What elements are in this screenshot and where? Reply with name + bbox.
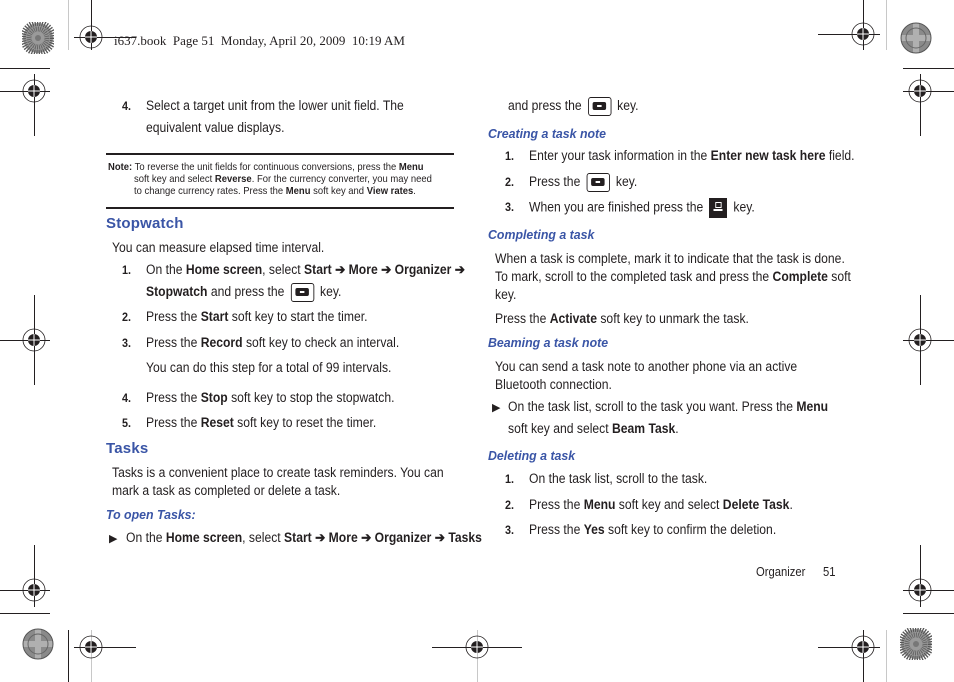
trim-line bbox=[68, 0, 69, 50]
subheading-open-tasks: To open Tasks: bbox=[106, 507, 196, 522]
step-number: 3. bbox=[505, 523, 515, 537]
navigation-select-key-icon bbox=[290, 283, 314, 302]
starburst-registration-icon bbox=[22, 628, 54, 660]
step-text: Press the Stop soft key to stop the stop… bbox=[146, 390, 395, 405]
step-number: 2. bbox=[505, 498, 515, 512]
note-label: Note: bbox=[108, 161, 133, 173]
subheading-creating-task: Creating a task note bbox=[488, 126, 607, 141]
section-heading-tasks: Tasks bbox=[106, 440, 149, 457]
section-heading-stopwatch: Stopwatch bbox=[106, 215, 184, 232]
subheading-deleting-task: Deleting a task bbox=[488, 448, 576, 463]
step-number: 1. bbox=[505, 149, 515, 163]
subheading-completing-task: Completing a task bbox=[488, 227, 595, 242]
step-number: 4. bbox=[122, 99, 132, 113]
note-text: . For the currency converter, you may ne… bbox=[251, 173, 432, 185]
step-text: Press the Yes soft key to confirm the de… bbox=[529, 522, 777, 537]
crosshair-registration-icon bbox=[851, 635, 875, 659]
crosshair-registration-icon bbox=[79, 635, 103, 659]
step-text: Press the Start soft key to start the ti… bbox=[146, 309, 368, 324]
step-number: 3. bbox=[505, 200, 515, 214]
step-text: Press the Reset soft key to reset the ti… bbox=[146, 415, 377, 430]
subheading-beaming-task: Beaming a task note bbox=[488, 335, 609, 350]
section-intro: mark a task as completed or delete a tas… bbox=[112, 483, 341, 498]
crosshair-registration-icon bbox=[908, 79, 932, 103]
note-line: Note: To reverse the unit fields for con… bbox=[108, 161, 424, 173]
section-intro: You can measure elapsed time interval. bbox=[112, 240, 325, 255]
paragraph: You can send a task note to another phon… bbox=[495, 359, 798, 374]
step-number: 4. bbox=[122, 391, 132, 405]
step-number: 3. bbox=[122, 336, 132, 350]
step-number: 5. bbox=[122, 416, 132, 430]
navigation-select-key-icon bbox=[587, 97, 612, 116]
note-bold: View rates bbox=[366, 185, 414, 197]
bullet-arrow-icon: ▶ bbox=[109, 533, 118, 545]
step-number: 2. bbox=[505, 175, 515, 189]
paragraph: key. bbox=[495, 287, 517, 302]
trim-line bbox=[886, 630, 887, 682]
starburst-registration-icon bbox=[900, 628, 932, 660]
trim-line bbox=[903, 68, 954, 69]
step-text: soft key and select Beam Task. bbox=[508, 421, 679, 436]
step-number: 1. bbox=[122, 263, 132, 277]
footer-section: Organizer bbox=[756, 565, 806, 579]
trim-line bbox=[0, 613, 50, 614]
crosshair-registration-icon bbox=[22, 578, 46, 602]
page-number: 51 bbox=[823, 565, 836, 579]
step-text: On the task list, scroll to the task. bbox=[529, 471, 708, 486]
note-bold: Menu bbox=[285, 185, 311, 197]
paragraph: To mark, scroll to the completed task an… bbox=[495, 269, 851, 284]
step-subtext: You can do this step for a total of 99 i… bbox=[146, 360, 392, 375]
step-text: Stopwatch and press the key. bbox=[146, 283, 341, 302]
continued-text: and press the key. bbox=[508, 97, 639, 116]
trim-line bbox=[903, 613, 954, 614]
step-text: equivalent value displays. bbox=[146, 120, 285, 135]
starburst-registration-icon bbox=[22, 22, 54, 54]
step-text: Enter your task information in the Enter… bbox=[529, 148, 855, 163]
crosshair-registration-icon bbox=[79, 25, 103, 49]
note-text: soft key and bbox=[310, 185, 367, 197]
note-line: soft key and select Reverse. For the cur… bbox=[134, 173, 432, 185]
trim-line bbox=[68, 630, 69, 682]
step-number: 2. bbox=[122, 310, 132, 324]
note-text: soft key and select bbox=[134, 173, 215, 185]
step-number: 1. bbox=[505, 472, 515, 486]
crosshair-registration-icon bbox=[908, 328, 932, 352]
step-text: On the task list, scroll to the task you… bbox=[508, 399, 829, 414]
end-power-key-icon bbox=[709, 198, 728, 218]
trim-line bbox=[886, 0, 887, 50]
navigation-select-key-icon bbox=[586, 173, 610, 192]
crosshair-registration-icon bbox=[851, 22, 875, 46]
note-text: to change currency rates. Press the bbox=[134, 185, 286, 197]
book-info-header: i637.book Page 51 Monday, April 20, 2009… bbox=[114, 33, 405, 48]
note-text: To reverse the unit fields for continuou… bbox=[134, 161, 399, 173]
step-text: When you are finished press the key. bbox=[529, 198, 755, 218]
paragraph: Bluetooth connection. bbox=[495, 377, 612, 392]
note-text: . bbox=[413, 185, 416, 197]
paragraph: When a task is complete, mark it to indi… bbox=[495, 251, 845, 266]
note-line: to change currency rates. Press the Menu… bbox=[134, 185, 416, 197]
starburst-registration-icon bbox=[900, 22, 932, 54]
step-text: Select a target unit from the lower unit… bbox=[146, 98, 404, 113]
trim-line bbox=[0, 68, 50, 69]
crosshair-registration-icon bbox=[22, 328, 46, 352]
crosshair-registration-icon bbox=[22, 79, 46, 103]
crosshair-registration-icon bbox=[908, 578, 932, 602]
paragraph: Press the Activate soft key to unmark th… bbox=[495, 311, 749, 326]
section-intro: Tasks is a convenient place to create ta… bbox=[112, 465, 444, 480]
crosshair-registration-icon bbox=[465, 635, 489, 659]
step-text: Press the Record soft key to check an in… bbox=[146, 335, 400, 350]
step-text: On the Home screen, select Start ➔ More … bbox=[126, 530, 482, 545]
note-bold: Reverse bbox=[214, 173, 252, 185]
step-text: Press the Menu soft key and select Delet… bbox=[529, 497, 793, 512]
step-text: On the Home screen, select Start ➔ More … bbox=[146, 262, 465, 277]
bullet-arrow-icon: ▶ bbox=[492, 402, 501, 414]
note-bold: Menu bbox=[398, 161, 424, 173]
step-text: Press the key. bbox=[529, 173, 637, 192]
